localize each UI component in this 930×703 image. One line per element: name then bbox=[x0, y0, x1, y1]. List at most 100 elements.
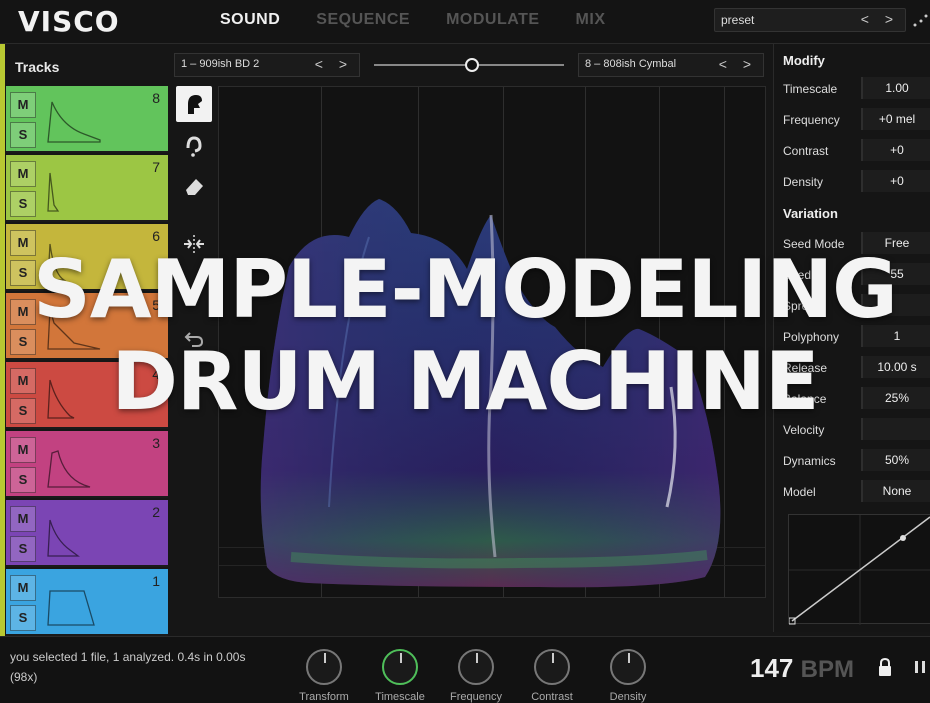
solo-button[interactable]: S bbox=[10, 191, 36, 217]
param-label: Dynamics bbox=[783, 454, 836, 468]
knob-label: Timescale bbox=[375, 691, 425, 703]
menu-dots-icon[interactable] bbox=[912, 12, 928, 28]
param-value: +0 bbox=[890, 143, 904, 157]
track-number: 6 bbox=[152, 228, 160, 244]
knob-transform[interactable] bbox=[306, 649, 342, 685]
magnet-icon bbox=[186, 136, 202, 157]
magnet-tool[interactable] bbox=[176, 128, 212, 164]
solo-button[interactable]: S bbox=[10, 260, 36, 286]
track-row[interactable]: MS 8 bbox=[6, 86, 168, 153]
param-value: +0 mel bbox=[878, 112, 916, 126]
param-value: 1.00 bbox=[885, 81, 909, 95]
param-value-field[interactable]: 55 bbox=[861, 263, 930, 285]
track-row[interactable]: MS 2 bbox=[6, 500, 168, 567]
solo-button[interactable]: S bbox=[10, 398, 36, 424]
tab-sequence[interactable]: SEQUENCE bbox=[316, 11, 410, 29]
mute-button[interactable]: M bbox=[10, 368, 36, 394]
parameter-panel: Modify Timescale 1.00 Frequency +0 mel Contr… bbox=[773, 44, 930, 632]
knob-density[interactable] bbox=[610, 649, 646, 685]
track-number: 2 bbox=[152, 504, 160, 520]
status-message: you selected 1 file, 1 analyzed. 0.4s in… bbox=[10, 650, 246, 684]
param-value-field[interactable]: +0 bbox=[861, 170, 930, 192]
solo-button[interactable]: S bbox=[10, 122, 36, 148]
tempo-display[interactable]: 147 BPM bbox=[750, 653, 854, 684]
param-value-field[interactable]: 1 bbox=[861, 325, 930, 347]
solo-button[interactable]: S bbox=[10, 329, 36, 355]
knob-timescale[interactable] bbox=[382, 649, 418, 685]
tab-sound[interactable]: SOUND bbox=[220, 11, 280, 29]
sample-a-label: 1 – 909ish BD 2 bbox=[181, 58, 260, 70]
param-value-field[interactable]: 50% bbox=[861, 449, 930, 471]
split-tool[interactable] bbox=[176, 226, 212, 262]
morph-slider-handle[interactable] bbox=[464, 58, 479, 72]
level-meter-icon bbox=[915, 661, 925, 673]
tracks-title: Tracks bbox=[15, 59, 60, 75]
param-label: Spread bbox=[783, 299, 822, 313]
param-value-field[interactable]: None bbox=[861, 480, 930, 502]
param-row: Frequency +0 mel bbox=[774, 108, 930, 132]
param-row: Seed Mode Free bbox=[774, 232, 930, 256]
param-value: 55 bbox=[890, 267, 904, 281]
param-label: Density bbox=[783, 175, 824, 189]
track-row[interactable]: MS 4 bbox=[6, 362, 168, 429]
velocity-curve-editor[interactable] bbox=[788, 514, 930, 625]
undo-tool[interactable] bbox=[176, 320, 212, 356]
spectral-canvas[interactable] bbox=[218, 86, 766, 598]
param-value-field[interactable]: 10.00 s bbox=[861, 356, 930, 378]
param-value: Free bbox=[884, 236, 910, 250]
knob-contrast[interactable] bbox=[534, 649, 570, 685]
param-row: Velocity bbox=[774, 418, 930, 442]
mute-button[interactable]: M bbox=[10, 437, 36, 463]
knob-label: Frequency bbox=[450, 691, 502, 703]
track-row[interactable]: MS 3 bbox=[6, 431, 168, 498]
solo-button[interactable]: S bbox=[10, 605, 36, 631]
track-row[interactable]: MS 1 bbox=[6, 569, 168, 636]
sample-b-selector[interactable]: 8 – 808ish Cymbal < > bbox=[578, 53, 764, 77]
knob-label: Transform bbox=[299, 691, 349, 703]
param-value-field[interactable] bbox=[861, 418, 930, 440]
envelope-thumbnail bbox=[47, 590, 95, 626]
param-row: Polyphony 1 bbox=[774, 325, 930, 349]
app-logo: VISCO bbox=[18, 5, 120, 38]
sample-a-selector[interactable]: 1 – 909ish BD 2 < > bbox=[174, 53, 360, 77]
split-arrows-icon bbox=[184, 235, 204, 253]
param-value: 10.00 s bbox=[877, 360, 917, 374]
mute-button[interactable]: M bbox=[10, 161, 36, 187]
preset-arrows[interactable]: < > bbox=[861, 11, 899, 27]
envelope-thumbnail bbox=[47, 450, 91, 488]
track-number: 8 bbox=[152, 90, 160, 106]
param-value-field[interactable]: 1.00 bbox=[861, 77, 930, 99]
param-value-field[interactable]: Free bbox=[861, 232, 930, 254]
envelope-thumbnail bbox=[47, 101, 101, 143]
knob-frequency[interactable] bbox=[458, 649, 494, 685]
eraser-tool[interactable] bbox=[176, 168, 212, 204]
param-value-field[interactable]: 25% bbox=[861, 387, 930, 409]
sample-b-arrows[interactable]: < > bbox=[719, 56, 757, 72]
param-value-field[interactable] bbox=[861, 294, 930, 316]
param-row: Timescale 1.00 bbox=[774, 77, 930, 101]
param-value-field[interactable]: +0 bbox=[861, 139, 930, 161]
envelope-thumbnail bbox=[47, 379, 75, 419]
solo-button[interactable]: S bbox=[10, 467, 36, 493]
track-row[interactable]: MS 5 bbox=[6, 293, 168, 360]
mute-button[interactable]: M bbox=[10, 230, 36, 256]
mute-button[interactable]: M bbox=[10, 506, 36, 532]
preset-selector[interactable]: preset < > bbox=[714, 8, 906, 32]
smudge-tool[interactable] bbox=[176, 86, 212, 122]
tab-mix[interactable]: MIX bbox=[576, 11, 606, 29]
param-value: 1 bbox=[893, 329, 901, 343]
top-bar: VISCO SOUND SEQUENCE MODULATE MIX preset… bbox=[0, 0, 930, 44]
knob-label: Density bbox=[609, 691, 647, 703]
sample-a-arrows[interactable]: < > bbox=[315, 56, 353, 72]
lock-icon[interactable] bbox=[877, 657, 893, 677]
param-value-field[interactable]: +0 mel bbox=[861, 108, 930, 130]
track-row[interactable]: MS 7 bbox=[6, 155, 168, 222]
envelope-thumbnail bbox=[47, 308, 101, 350]
mute-button[interactable]: M bbox=[10, 299, 36, 325]
tab-modulate[interactable]: MODULATE bbox=[446, 11, 539, 29]
mute-button[interactable]: M bbox=[10, 92, 36, 118]
solo-button[interactable]: S bbox=[10, 536, 36, 562]
track-row[interactable]: MS 6 bbox=[6, 224, 168, 291]
param-label: Balance bbox=[783, 392, 827, 406]
mute-button[interactable]: M bbox=[10, 575, 36, 601]
